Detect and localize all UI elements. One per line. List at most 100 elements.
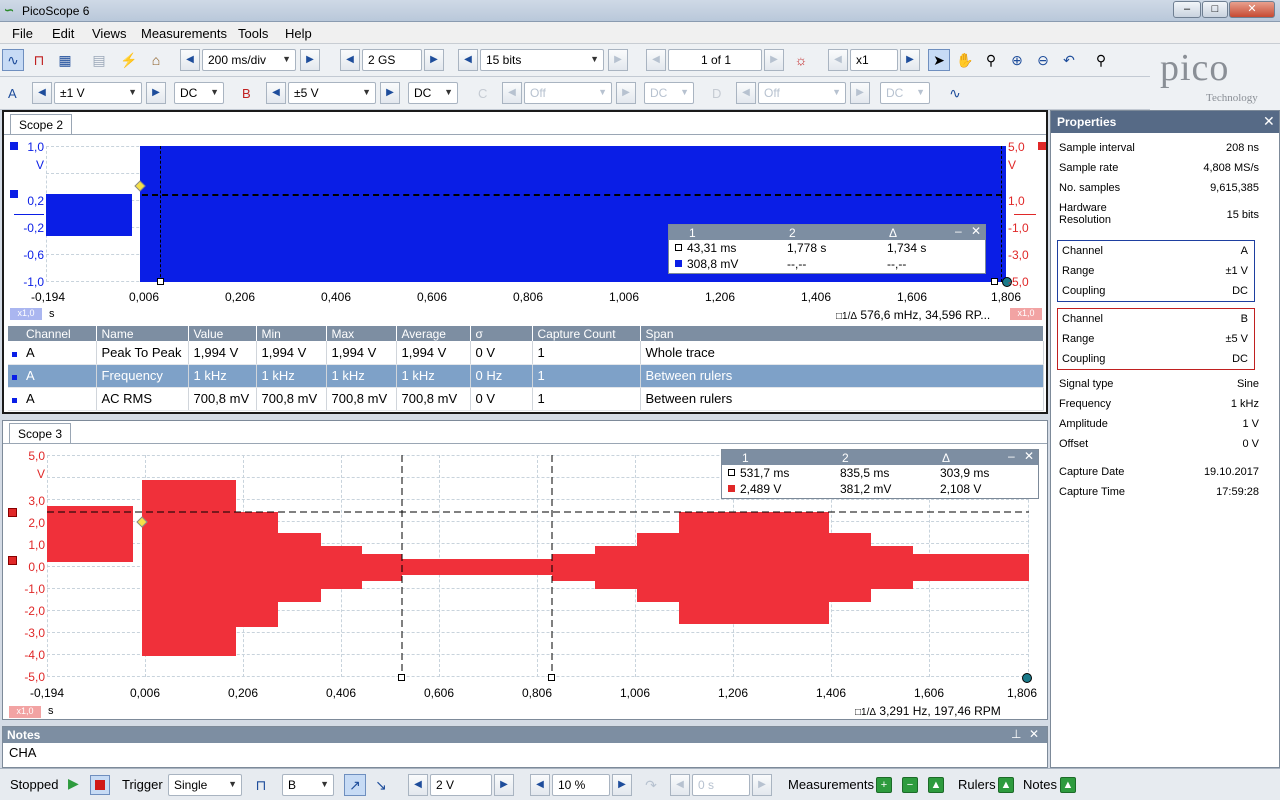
scope2-ruler-1[interactable] (160, 146, 161, 282)
chc-range-select[interactable]: Off ▼ (524, 82, 612, 104)
trigger-mode-select[interactable]: Single ▼ (168, 774, 242, 796)
zoom-factor[interactable]: x1 (850, 49, 898, 71)
spectrum-mode-icon[interactable]: ▦ (54, 49, 76, 71)
close-notes-icon[interactable]: ✕ (1029, 727, 1039, 741)
chc-coupling-select[interactable]: DC ▼ (644, 82, 694, 104)
timebase-next-button[interactable]: ▶ (300, 49, 320, 71)
remove-measurement-icon[interactable]: − (902, 777, 918, 793)
menu-views[interactable]: Views (92, 26, 126, 41)
math-channel-icon[interactable]: ∿ (944, 82, 966, 104)
delay-input[interactable]: 0 s (692, 774, 750, 796)
trigger-level-input[interactable]: 2 V (430, 774, 492, 796)
menu-help[interactable]: Help (285, 26, 312, 41)
menu-measurements[interactable]: Measurements (141, 26, 227, 41)
undo-zoom-icon[interactable]: ↶ (1058, 49, 1080, 71)
samples-input[interactable]: 2 GS (362, 49, 422, 71)
scope3-end-marker[interactable] (1022, 673, 1032, 683)
add-measurement-icon[interactable]: + (876, 777, 892, 793)
column-header[interactable]: Name (96, 326, 189, 341)
column-header[interactable]: σ (470, 326, 533, 341)
advanced-trigger-icon[interactable]: ⊓ (250, 774, 272, 796)
column-header[interactable]: Max (326, 326, 397, 341)
scope2-ruler1-handle[interactable] (157, 278, 164, 285)
column-header[interactable]: Min (256, 326, 327, 341)
pretrigger-prev-button[interactable]: ◀ (530, 774, 550, 796)
persistence-mode-icon[interactable]: ⊓ (28, 49, 50, 71)
edit-measurement-icon[interactable]: ▲ (928, 777, 944, 793)
chb-range-select[interactable]: ±5 V ▼ (288, 82, 376, 104)
table-row[interactable]: A AC RMS 700,8 mV 700,8 mV 700,8 mV 700,8 mV 0… (8, 387, 1044, 411)
scope3-ruler2-handle[interactable] (548, 674, 555, 681)
table-row[interactable]: A Peak To Peak 1,994 V 1,994 V 1,994 V 1,994 … (8, 341, 1044, 365)
hand-tool-icon[interactable]: ✋ (954, 49, 976, 71)
pretrigger-input[interactable]: 10 % (552, 774, 610, 796)
falling-edge-icon[interactable]: ↘ (370, 774, 392, 796)
chd-range-next[interactable]: ▶ (850, 82, 870, 104)
delay-prev-button[interactable]: ◀ (670, 774, 690, 796)
chd-range-select[interactable]: Off ▼ (758, 82, 846, 104)
delay-next-button[interactable]: ▶ (752, 774, 772, 796)
chd-range-prev[interactable]: ◀ (736, 82, 756, 104)
cha-coupling-select[interactable]: DC ▼ (174, 82, 224, 104)
timebase-prev-button[interactable]: ◀ (180, 49, 200, 71)
scope2-ruler-2[interactable] (1001, 146, 1002, 282)
tab-scope3[interactable]: Scope 3 (9, 423, 72, 443)
cha-range-next[interactable]: ▶ (146, 82, 166, 104)
table-row[interactable]: A Frequency 1 kHz 1 kHz 1 kHz 1 kHz 0 Hz 1 Betwe… (8, 364, 1044, 388)
rulers-toggle-icon[interactable]: ▲ (998, 777, 1014, 793)
menu-tools[interactable]: Tools (238, 26, 268, 41)
resolution-next-button[interactable]: ▶ (608, 49, 628, 71)
zoom-area-icon[interactable]: ⚲ (980, 49, 1002, 71)
buffer-index[interactable]: 1 of 1 (668, 49, 762, 71)
start-icon[interactable]: ▶ (68, 775, 79, 792)
buffer-next-button[interactable]: ▶ (764, 49, 784, 71)
cha-range-select[interactable]: ±1 V ▼ (54, 82, 142, 104)
channel-a-label[interactable]: A (8, 86, 17, 101)
column-header[interactable]: Span (640, 326, 1044, 341)
column-header[interactable]: Average (396, 326, 471, 341)
zoom-overview-icon[interactable]: ⚲ (1090, 49, 1112, 71)
cha-range-prev[interactable]: ◀ (32, 82, 52, 104)
samples-next-button[interactable]: ▶ (424, 49, 444, 71)
scope3-zoom-badge[interactable]: x1,0 (9, 706, 41, 718)
pretrigger-next-button[interactable]: ▶ (612, 774, 632, 796)
channel-c-label[interactable]: C (478, 86, 487, 101)
chb-range-prev[interactable]: ◀ (266, 82, 286, 104)
trigger-lightning-icon[interactable]: ⚡ (118, 49, 140, 71)
trigger-source-select[interactable]: B ▼ (282, 774, 334, 796)
minimize-button[interactable]: – (1173, 1, 1201, 18)
scope2-ruler2-handle[interactable] (991, 278, 998, 285)
menu-edit[interactable]: Edit (52, 26, 74, 41)
scope2-chb-zoom-badge[interactable]: x1,0 (1010, 308, 1042, 320)
menu-file[interactable]: File (12, 26, 33, 41)
pin-icon[interactable]: ⊥ (1011, 727, 1021, 741)
zoom-next-button[interactable]: ▶ (900, 49, 920, 71)
notes-toggle-icon[interactable]: ▲ (1060, 777, 1076, 793)
level-next-button[interactable]: ▶ (494, 774, 514, 796)
home-icon[interactable]: ⌂ (145, 49, 167, 71)
close-legend-icon[interactable]: ✕ (971, 224, 981, 238)
resolution-prev-button[interactable]: ◀ (458, 49, 478, 71)
tab-scope2[interactable]: Scope 2 (10, 114, 73, 134)
maximize-button[interactable]: □ (1202, 1, 1228, 18)
buffer-prev-button[interactable]: ◀ (646, 49, 666, 71)
column-header[interactable]: Value (188, 326, 257, 341)
channel-b-label[interactable]: B (242, 86, 251, 101)
channel-d-label[interactable]: D (712, 86, 721, 101)
chc-range-next[interactable]: ▶ (616, 82, 636, 104)
close-legend-icon[interactable]: ✕ (1024, 449, 1034, 463)
buffer-navigator-icon[interactable]: ☼ (790, 49, 812, 71)
notes-text[interactable]: CHA (9, 745, 36, 760)
close-window-button[interactable]: ✕ (1229, 1, 1275, 18)
rising-edge-icon[interactable]: ↗ (344, 774, 366, 796)
chb-coupling-select[interactable]: DC ▼ (408, 82, 458, 104)
scope2-cha-zoom-badge[interactable]: x1,0 (10, 308, 42, 320)
level-prev-button[interactable]: ◀ (408, 774, 428, 796)
timebase-select[interactable]: 200 ms/div ▼ (202, 49, 296, 71)
scope3-ruler1-handle[interactable] (398, 674, 405, 681)
pointer-tool-icon[interactable]: ➤ (928, 49, 950, 71)
chc-range-prev[interactable]: ◀ (502, 82, 522, 104)
zoom-in-icon[interactable]: ⊕ (1006, 49, 1028, 71)
resolution-select[interactable]: 15 bits ▼ (480, 49, 604, 71)
zoom-prev-button[interactable]: ◀ (828, 49, 848, 71)
